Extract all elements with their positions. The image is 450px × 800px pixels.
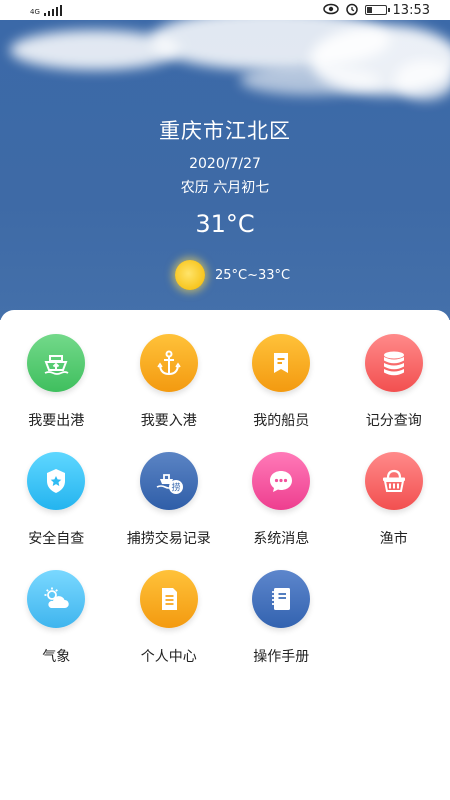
eye-icon	[322, 3, 339, 18]
status-bar: 4G 13:53	[0, 0, 450, 20]
menu-item-personal-center[interactable]: 个人中心	[113, 570, 226, 666]
document-icon	[139, 570, 198, 628]
crew-card-icon	[252, 334, 311, 392]
menu-item-label: 我的船员	[253, 413, 310, 429]
database-icon	[364, 334, 423, 392]
sun-icon	[175, 260, 205, 290]
menu-item-label: 我要入港	[140, 413, 197, 429]
lunar-date: 农历 六月初七	[180, 180, 270, 196]
clock: 13:53	[392, 2, 430, 18]
menu-item-label: 气象	[42, 649, 71, 665]
signal-icon: 4G	[30, 4, 62, 16]
menu-item-label: 我要出港	[28, 413, 85, 429]
temperature-range-row: 25°C~33°C	[175, 260, 290, 290]
menu-item-manual[interactable]: 操作手册	[225, 570, 338, 666]
current-temperature: 31°C	[195, 210, 255, 238]
menu-item-system-messages[interactable]: 系统消息	[225, 452, 338, 548]
svg-text:捞: 捞	[171, 482, 180, 494]
menu-item-label: 操作手册	[253, 649, 310, 665]
menu-item-score-query[interactable]: 记分查询	[338, 334, 450, 430]
menu-item-weather[interactable]: 气象	[0, 570, 113, 666]
fishing-trade-icon: 捞	[139, 452, 198, 510]
menu-item-crew[interactable]: 我的船员	[225, 334, 338, 430]
menu-item-safety-check[interactable]: 安全自查	[0, 452, 113, 548]
menu-item-label: 安全自查	[28, 531, 85, 547]
city-name: 重庆市江北区	[159, 119, 291, 143]
cloud-decoration	[395, 60, 450, 100]
network-type: 4G	[30, 7, 40, 16]
menu-item-label: 个人中心	[140, 649, 197, 665]
weather-date: 2020/7/27	[189, 156, 261, 172]
menu-item-label: 系统消息	[253, 531, 310, 547]
menu-item-fishing-trade[interactable]: 捞 捕捞交易记录	[113, 452, 226, 548]
temperature-range: 25°C~33°C	[215, 267, 291, 283]
menu-item-depart[interactable]: 我要出港	[0, 334, 113, 430]
menu-item-label: 渔市	[379, 531, 408, 547]
menu-item-label: 捕捞交易记录	[126, 531, 211, 547]
battery-icon	[364, 5, 390, 15]
anchor-icon	[139, 334, 198, 392]
ship-depart-icon	[27, 334, 86, 392]
menu-item-fish-market[interactable]: 渔市	[338, 452, 450, 548]
weather-header: 重庆市江北区 2020/7/27 农历 六月初七 31°C 25°C~33°C	[0, 20, 450, 320]
weather-icon	[27, 570, 86, 628]
message-icon	[252, 452, 311, 510]
menu-item-label: 记分查询	[365, 413, 422, 429]
function-grid: 我要出港 我要入港 我的船员 记分查询 安全自查 捞 捕捞交易记录 系统消息 渔…	[0, 334, 450, 666]
basket-icon	[364, 452, 423, 510]
function-panel: 我要出港 我要入港 我的船员 记分查询 安全自查 捞 捕捞交易记录 系统消息 渔…	[0, 310, 450, 800]
alarm-icon	[345, 2, 359, 19]
police-badge-icon	[27, 452, 86, 510]
menu-item-arrive[interactable]: 我要入港	[113, 334, 226, 430]
cloud-decoration	[240, 65, 380, 95]
notebook-icon	[252, 570, 311, 628]
